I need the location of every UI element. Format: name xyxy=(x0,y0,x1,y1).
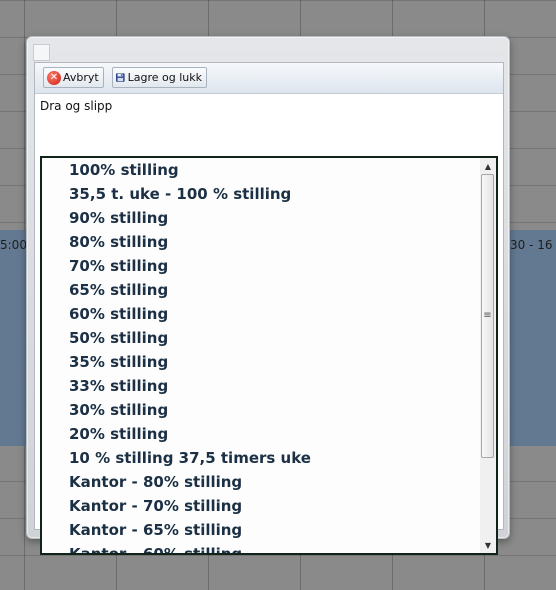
window-icon xyxy=(33,44,50,61)
cancel-button-label: Avbryt xyxy=(63,71,99,84)
list-item[interactable]: Kantor - 70% stilling xyxy=(69,494,242,518)
list-item[interactable]: Kantor - 60% stilling xyxy=(69,542,242,553)
listbox-items: 100% stilling 35,5 t. uke - 100 % stillin… xyxy=(42,158,480,553)
list-item[interactable]: 33% stilling xyxy=(69,374,168,398)
list-item[interactable]: Kantor - 80% stilling xyxy=(69,470,242,494)
list-item[interactable]: 30% stilling xyxy=(69,398,168,422)
list-item[interactable]: 80% stilling xyxy=(69,230,168,254)
toolbar: ✕ Avbryt Lagre og lukk xyxy=(35,63,503,94)
vertical-scrollbar[interactable]: ▲ ≡ ▼ xyxy=(480,158,496,553)
position-listbox[interactable]: 100% stilling 35,5 t. uke - 100 % stillin… xyxy=(40,156,498,555)
scrollbar-thumb[interactable]: ≡ xyxy=(481,174,494,458)
list-item[interactable]: 10 % stilling 37,5 timers uke xyxy=(69,446,311,470)
list-item[interactable]: 35,5 t. uke - 100 % stilling xyxy=(69,182,291,206)
scroll-down-arrow-icon[interactable]: ▼ xyxy=(480,537,496,553)
drag-drop-dialog: ✕ Avbryt Lagre og lukk Dra og slipp 100%… xyxy=(26,36,510,555)
list-item[interactable]: 90% stilling xyxy=(69,206,168,230)
floppy-disk-icon xyxy=(116,73,125,82)
list-item[interactable]: 50% stilling xyxy=(69,326,168,350)
calendar-time-label-left: 5:00 xyxy=(0,238,27,252)
dialog-content: ✕ Avbryt Lagre og lukk Dra og slipp 100%… xyxy=(34,62,504,555)
cancel-icon: ✕ xyxy=(47,70,61,85)
cancel-button[interactable]: ✕ Avbryt xyxy=(43,67,104,88)
list-item[interactable]: 65% stilling xyxy=(69,278,168,302)
drag-and-drop-hint: Dra og slipp xyxy=(40,99,113,113)
scroll-up-arrow-icon[interactable]: ▲ xyxy=(480,158,496,174)
list-item[interactable]: 35% stilling xyxy=(69,350,168,374)
list-item[interactable]: 100% stilling xyxy=(69,158,179,182)
list-item[interactable]: Kantor - 65% stilling xyxy=(69,518,242,542)
save-and-close-label: Lagre og lukk xyxy=(127,71,202,84)
list-item[interactable]: 20% stilling xyxy=(69,422,168,446)
calendar-time-label-right: :30 - 16 xyxy=(506,238,553,252)
scrollbar-grip-icon: ≡ xyxy=(483,310,492,321)
list-item[interactable]: 60% stilling xyxy=(69,302,168,326)
save-and-close-button[interactable]: Lagre og lukk xyxy=(112,67,207,88)
list-item[interactable]: 70% stilling xyxy=(69,254,168,278)
